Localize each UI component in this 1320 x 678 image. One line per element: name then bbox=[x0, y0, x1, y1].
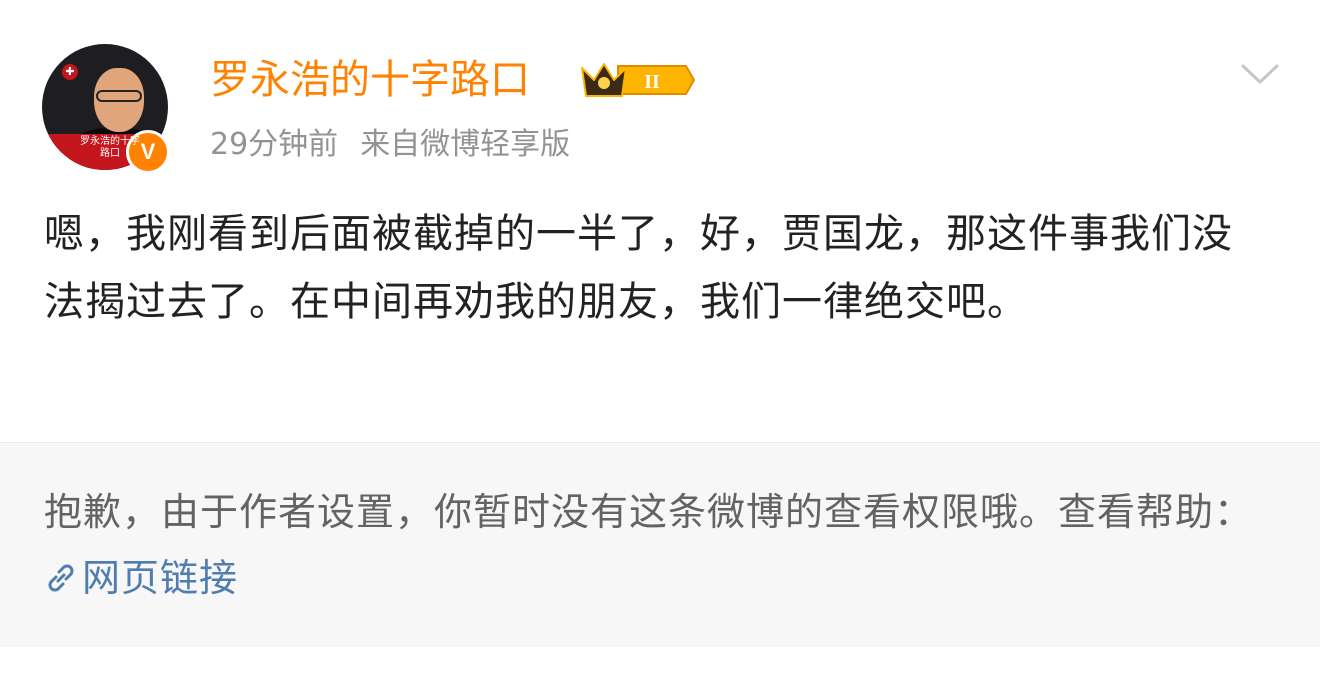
chevron-down-icon[interactable] bbox=[1240, 58, 1280, 88]
avatar-caption: 罗永浩的十字路口 bbox=[80, 136, 140, 159]
username[interactable]: 罗永浩的十字路口 bbox=[210, 54, 530, 106]
vip-level: II bbox=[644, 71, 660, 93]
post-meta: 29分钟前 来自微博轻享版 bbox=[210, 124, 570, 166]
repost-notice: 抱歉，由于作者设置，你暂时没有这条微博的查看权限哦。查看帮助： 网页链接 bbox=[44, 479, 1284, 611]
post-time: 29分钟前 bbox=[210, 127, 339, 162]
repost-box: 抱歉，由于作者设置，你暂时没有这条微博的查看权限哦。查看帮助： 网页链接 bbox=[0, 442, 1320, 647]
web-link-label: 网页链接 bbox=[82, 556, 239, 600]
avatar-logo-icon: ✚ bbox=[62, 64, 78, 80]
permission-notice: 抱歉，由于作者设置，你暂时没有这条微博的查看权限哦。查看帮助： bbox=[44, 490, 1254, 534]
weibo-post: ✚ 罗永浩的十字路口 V 罗永浩的十字路口 II 29分钟前 来自微博轻享版 嗯，… bbox=[0, 0, 1320, 440]
web-link[interactable]: 网页链接 bbox=[44, 556, 238, 600]
vip-crown-badge[interactable]: II bbox=[578, 58, 696, 102]
post-content: 嗯，我刚看到后面被截掉的一半了，好，贾国龙，那这件事我们没法揭过去了。在中间再劝… bbox=[44, 211, 1233, 325]
link-icon bbox=[48, 564, 74, 592]
post-source: 来自微博轻享版 bbox=[360, 127, 571, 162]
